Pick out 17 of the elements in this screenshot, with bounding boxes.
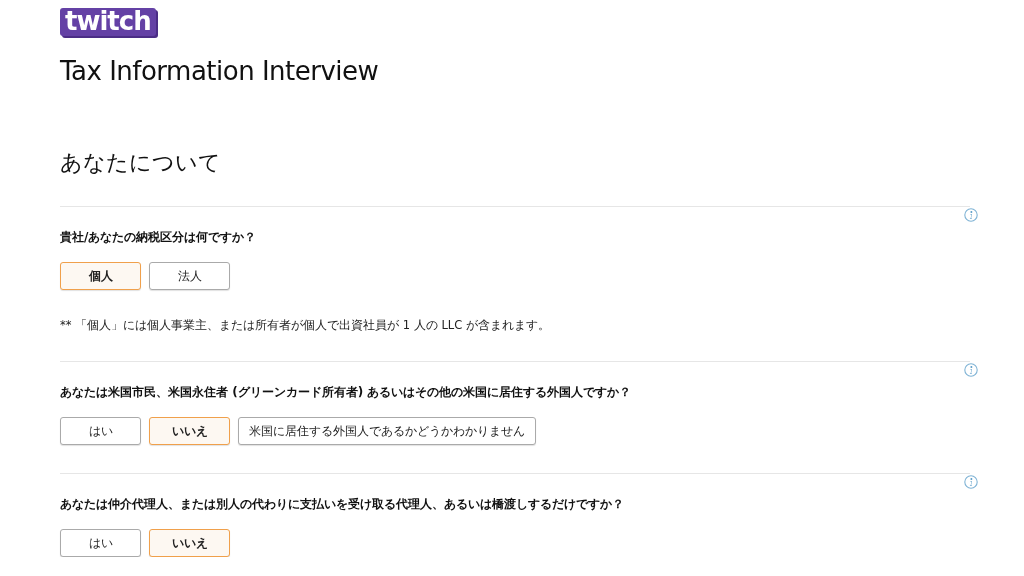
question-text: 貴社/あなたの納税区分は何ですか？ <box>60 229 258 245</box>
question-text: あなたは仲介代理人、または別人の代わりに支払いを受け取る代理人、あるいは橋渡しするだけですか？ <box>60 496 625 512</box>
logo: twitch <box>60 8 156 36</box>
note-text: ** 「個人」には個人事業主、または所有者が個人で出資社員が 1 人の LLC が含まれます。 <box>60 318 551 333</box>
option-button[interactable]: いいえ <box>149 417 230 445</box>
page-title: Tax Information Interview <box>60 56 380 86</box>
option-button[interactable]: はい <box>60 417 141 445</box>
info-icon[interactable] <box>964 363 978 377</box>
option-button[interactable]: 米国に居住する外国人であるかどうかわかりません <box>238 417 536 445</box>
option-button[interactable]: はい <box>60 529 141 557</box>
option-button[interactable]: 個人 <box>60 262 141 290</box>
info-icon[interactable] <box>964 208 978 222</box>
info-icon[interactable] <box>964 475 978 489</box>
option-button[interactable]: 法人 <box>149 262 230 290</box>
option-button[interactable]: いいえ <box>149 529 230 557</box>
question-text: あなたは米国市民、米国永住者 (グリーンカード所有者) あるいはその他の米国に居住する外国人ですか？ <box>60 384 633 400</box>
section-heading: あなたについて <box>60 149 222 177</box>
